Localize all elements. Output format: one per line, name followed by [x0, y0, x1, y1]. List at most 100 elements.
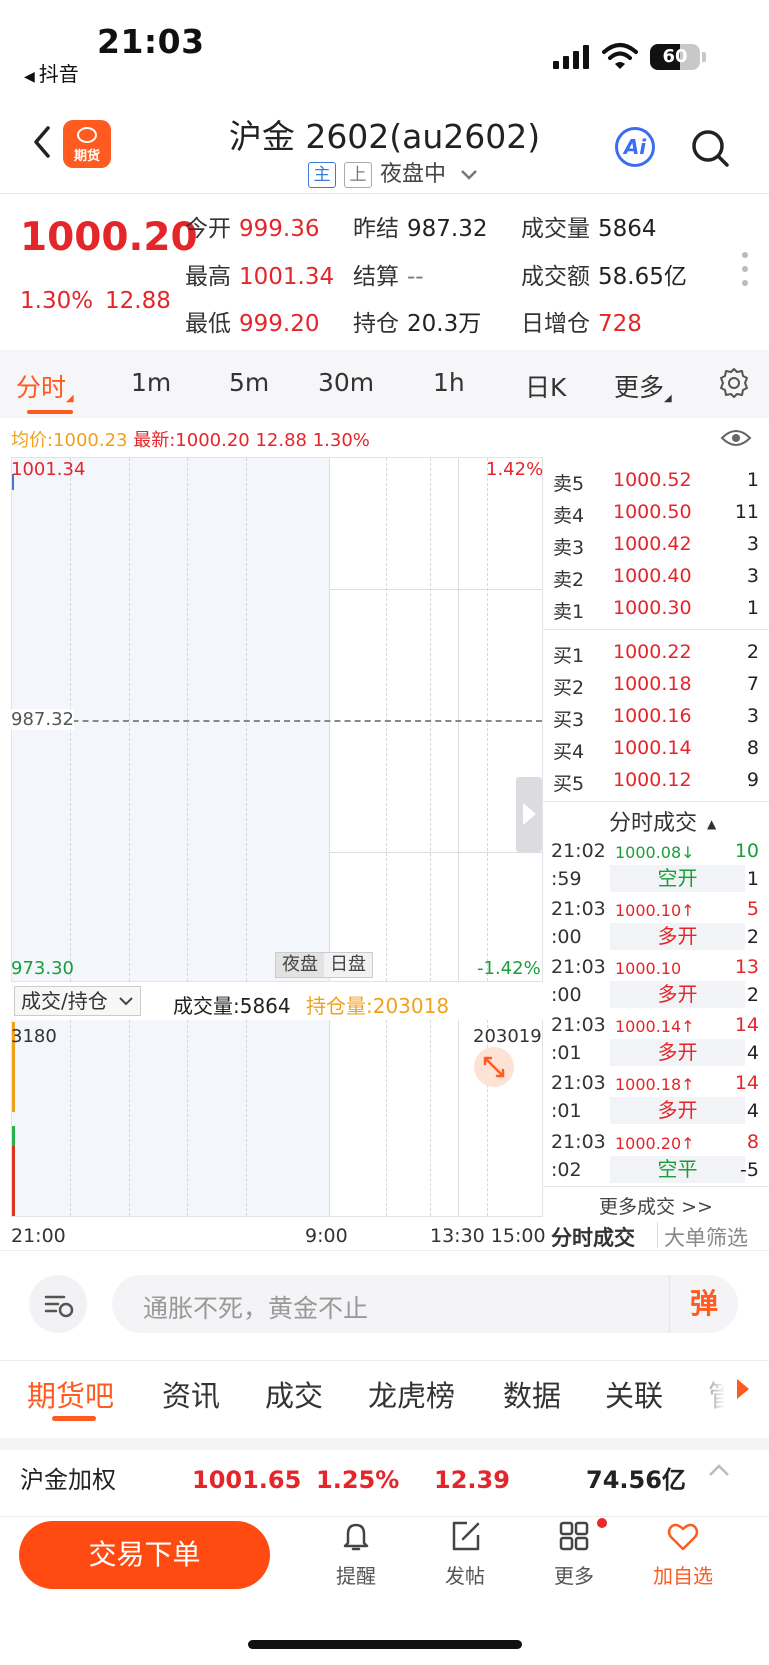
back-to-app-link[interactable]: ◀ 抖音: [24, 58, 79, 87]
section-gap: [0, 1438, 769, 1450]
trade-qty: 14: [734, 1014, 759, 1036]
indicator-select[interactable]: 成交/持仓: [14, 986, 142, 1016]
trade-time: 21:03: [551, 1131, 606, 1153]
tab-related[interactable]: 关联: [605, 1373, 663, 1415]
search-icon[interactable]: [690, 128, 730, 168]
trade-type: 多开: [610, 923, 745, 950]
tab-data[interactable]: 数据: [503, 1373, 561, 1415]
tab-corner-icon: ◢: [664, 393, 672, 404]
stat-open-interest: 持仓 20.3万: [353, 311, 482, 337]
tab-fade: [686, 1370, 726, 1420]
trade-qty: 10: [734, 840, 759, 862]
chevron-up-icon[interactable]: [708, 1460, 730, 1482]
caret-up-icon: ▲: [707, 817, 717, 831]
related-change-pct: 1.25%: [316, 1466, 400, 1494]
related-name: 沪金加权: [20, 1466, 116, 1494]
gear-icon[interactable]: [718, 367, 750, 399]
trade-seconds: :01: [551, 1100, 582, 1122]
tab-forum[interactable]: 期货吧: [27, 1373, 114, 1415]
nav-post[interactable]: 发帖: [420, 1518, 510, 1589]
tab-rankings[interactable]: 龙虎榜: [368, 1373, 455, 1415]
bid-row[interactable]: 买1 1000.22 2: [543, 641, 769, 673]
more-stats-icon[interactable]: [742, 252, 748, 290]
bid-row[interactable]: 买3 1000.16 3: [543, 705, 769, 737]
toggle-day-session[interactable]: 日盘: [324, 953, 372, 977]
eye-icon[interactable]: [720, 428, 752, 448]
toggle-night-session[interactable]: 夜盘: [276, 953, 324, 977]
tab-daily[interactable]: 日K: [525, 368, 566, 404]
nav-more[interactable]: 更多: [529, 1518, 619, 1589]
trade-price: 1000.10↑: [615, 901, 695, 920]
nav-add-watchlist[interactable]: 加自选: [638, 1518, 728, 1589]
battery-nub: [702, 52, 706, 62]
tab-news[interactable]: 资讯: [162, 1373, 220, 1415]
trade-type: 空平: [610, 1156, 745, 1183]
trade-time: 21:03: [551, 1072, 606, 1094]
tab-time-sales[interactable]: 分时成交: [551, 1222, 635, 1252]
danmaku-toggle-button[interactable]: 弹: [669, 1275, 738, 1333]
stat-prev-settle: 昨结 987.32: [353, 216, 488, 242]
trade-qty: 14: [734, 1072, 759, 1094]
tab-big-orders[interactable]: 大单筛选: [664, 1222, 748, 1252]
bid-row[interactable]: 买5 1000.12 9: [543, 769, 769, 801]
ask-row[interactable]: 卖4 1000.50 11: [543, 501, 769, 533]
trade-type-qty: -5: [740, 1159, 759, 1181]
session-selector[interactable]: 主上夜盘中: [308, 156, 479, 188]
ask-row[interactable]: 卖1 1000.30 1: [543, 597, 769, 629]
tab-more[interactable]: 更多◢: [614, 368, 672, 404]
trade-type-qty: 2: [746, 984, 759, 1006]
expand-orderbook-icon[interactable]: [516, 777, 542, 852]
more-trades-link[interactable]: 更多成交 >>: [543, 1192, 769, 1219]
prev-settle-line: [12, 720, 542, 722]
wifi-icon: [602, 43, 638, 69]
pct-axis-max: 1.42%: [486, 459, 544, 480]
intraday-price-chart[interactable]: [11, 457, 543, 982]
danmaku-settings-icon[interactable]: [29, 1275, 87, 1333]
trade-price: 1000.14↑: [615, 1017, 695, 1036]
header-divider: [0, 193, 769, 194]
tab-5m[interactable]: 5m: [229, 368, 269, 397]
trades-header[interactable]: 分时成交 ▲: [609, 805, 716, 837]
trade-seconds: :01: [551, 1042, 582, 1064]
notification-dot: [597, 1518, 607, 1528]
chevron-down-icon: [119, 997, 133, 1006]
bid-row[interactable]: 买2 1000.18 7: [543, 673, 769, 705]
tab-deals[interactable]: 成交: [265, 1373, 323, 1415]
time-axis-start: 21:00: [11, 1225, 66, 1247]
session-status: 夜盘中: [380, 162, 447, 187]
volume-bar: [12, 1126, 15, 1146]
ai-assistant-button[interactable]: Ai: [615, 127, 655, 167]
ask-row[interactable]: 卖5 1000.52 1: [543, 469, 769, 501]
bid-row[interactable]: 买4 1000.14 8: [543, 737, 769, 769]
edit-icon: [452, 1521, 480, 1551]
session-toggle[interactable]: 夜盘 日盘: [275, 952, 373, 978]
trade-qty: 5: [746, 898, 759, 920]
place-order-button[interactable]: 交易下单: [19, 1521, 270, 1589]
pct-axis-min: -1.42%: [477, 958, 541, 979]
tab-30m[interactable]: 30m: [318, 368, 374, 397]
change-percent: 1.30%: [20, 288, 94, 314]
trade-type-qty: 4: [746, 1100, 759, 1122]
time-axis-mid: 9:00: [305, 1225, 348, 1247]
trade-seconds: :59: [551, 868, 582, 890]
tab-1m[interactable]: 1m: [131, 368, 171, 397]
home-indicator: [248, 1640, 522, 1649]
volume-chart[interactable]: [11, 1020, 543, 1217]
related-amount: 74.56亿: [586, 1466, 686, 1494]
nav-alert[interactable]: 提醒: [311, 1518, 401, 1589]
ask-row[interactable]: 卖3 1000.42 3: [543, 533, 769, 565]
ask-row[interactable]: 卖2 1000.40 3: [543, 565, 769, 597]
status-time: 21:03: [97, 22, 205, 61]
trade-time: 21:02: [551, 840, 606, 862]
volume-label: 成交量:5864: [173, 994, 291, 1018]
trade-type-qty: 1: [746, 868, 759, 890]
tab-1h[interactable]: 1h: [433, 368, 465, 397]
tab-underline: [27, 410, 73, 414]
fullscreen-icon[interactable]: [474, 1047, 514, 1087]
trade-time: 21:03: [551, 956, 606, 978]
scroll-right-icon[interactable]: [737, 1379, 749, 1399]
tab-intraday[interactable]: 分时◢: [16, 368, 74, 404]
comment-placeholder: 通胀不死，黄金不止: [143, 1294, 369, 1323]
bell-icon: [343, 1523, 369, 1551]
related-change: 12.39: [434, 1466, 510, 1494]
